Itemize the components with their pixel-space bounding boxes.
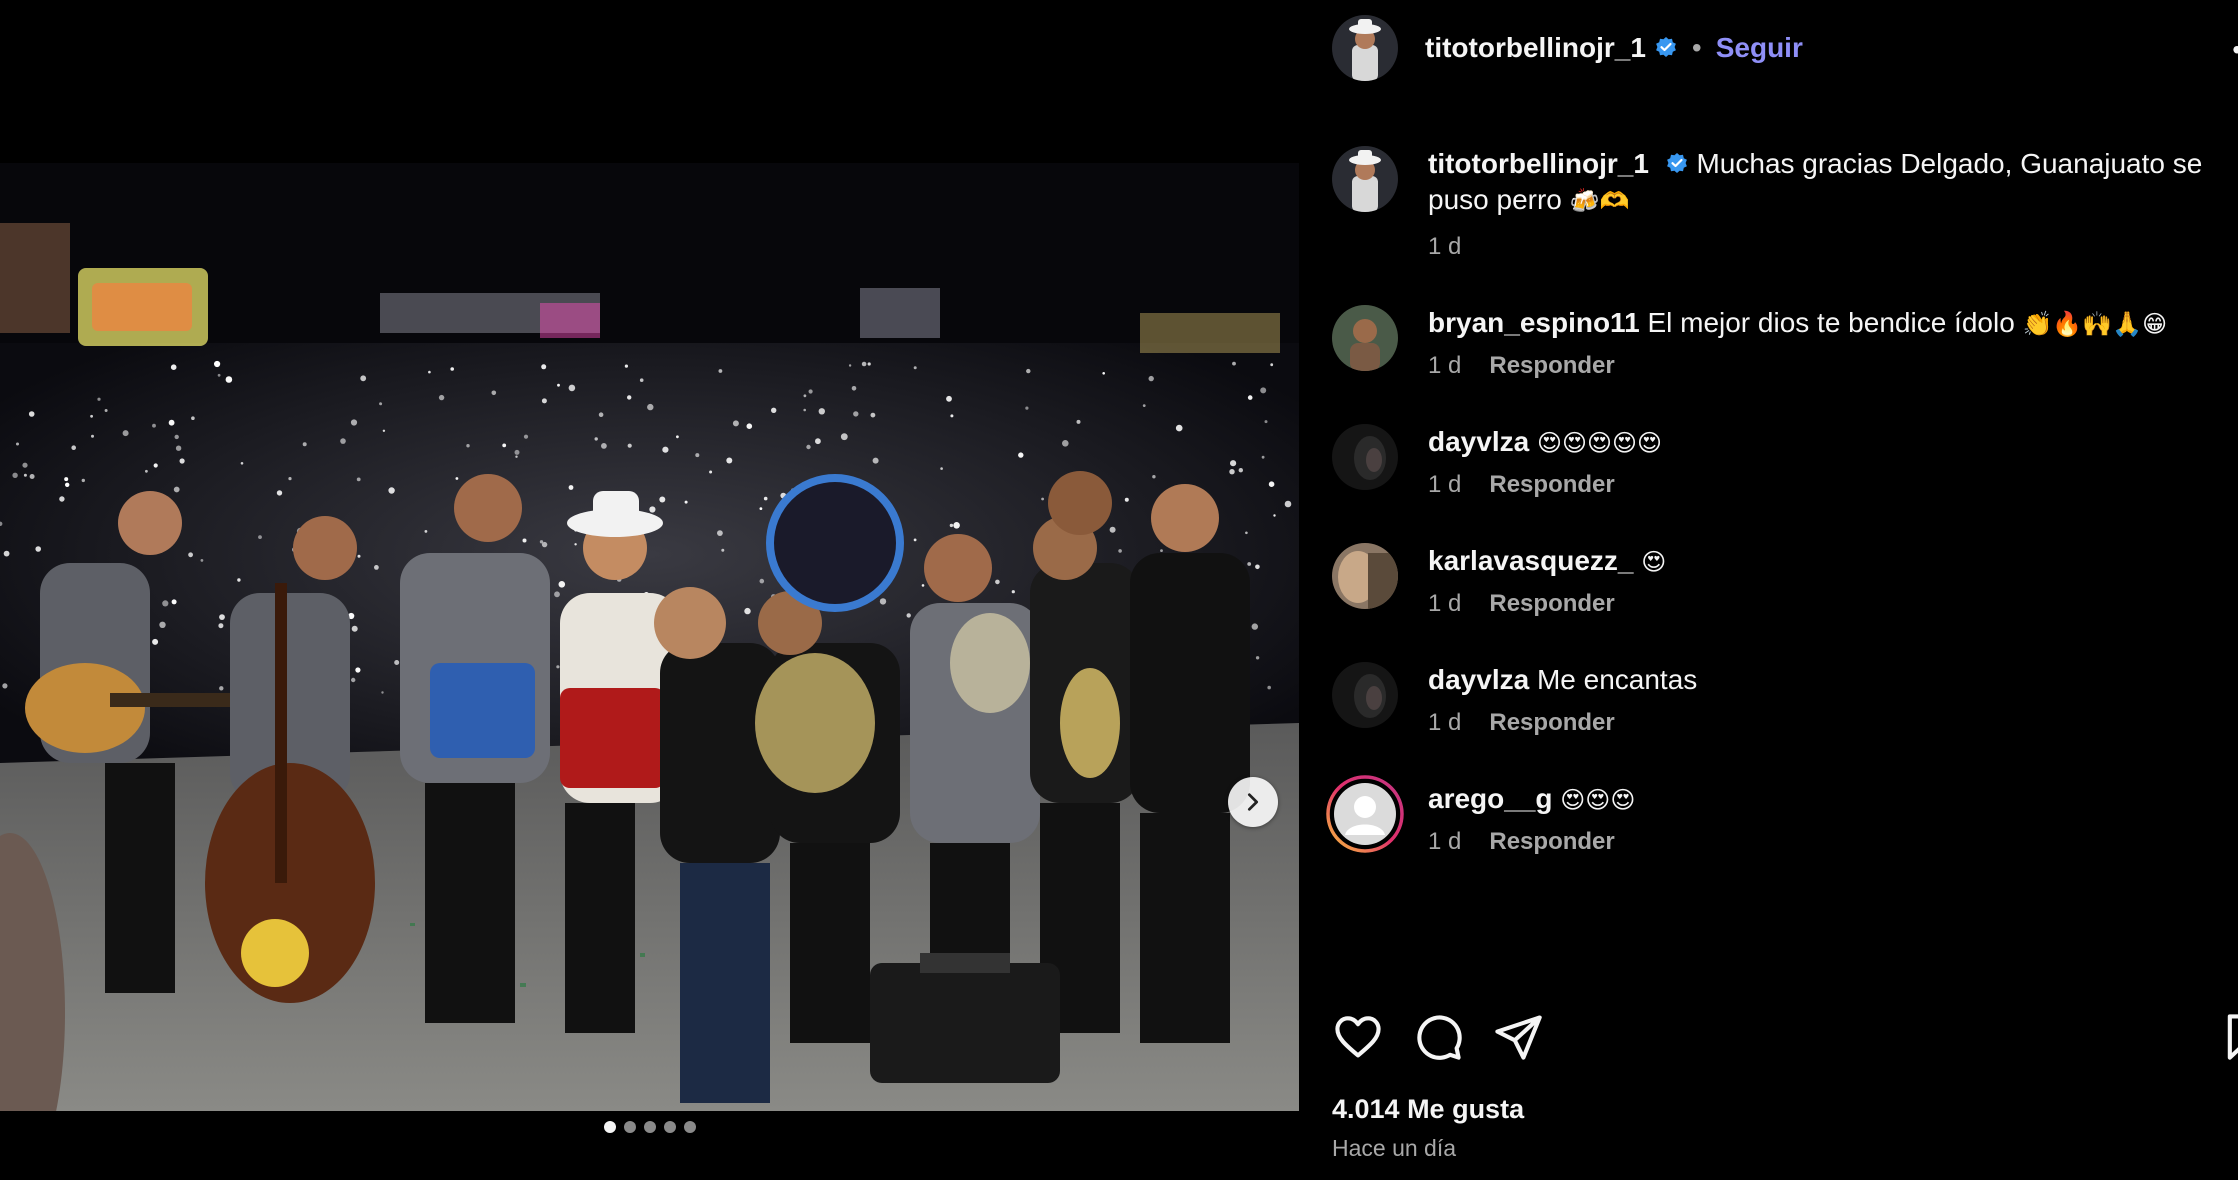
likes-count[interactable]: 4.014 Me gusta	[1332, 1094, 1524, 1125]
comment-time[interactable]: 1 d	[1428, 828, 1461, 856]
comment-username[interactable]: bryan_espino11	[1428, 307, 1640, 338]
comment-username[interactable]: dayvlza	[1428, 664, 1529, 695]
carousel-dot	[663, 1121, 676, 1133]
caption-avatar[interactable]	[1332, 146, 1398, 212]
reply-button[interactable]: Responder	[1489, 352, 1614, 380]
reply-button[interactable]: Responder	[1489, 471, 1614, 499]
reply-button[interactable]: Responder	[1489, 590, 1614, 618]
comment-username[interactable]: arego__g	[1428, 783, 1553, 814]
author-avatar[interactable]	[1332, 15, 1398, 81]
reply-button[interactable]: Responder	[1489, 828, 1614, 856]
carousel-dots	[0, 1121, 1299, 1133]
comment-emojis: 👏🔥🙌🙏😁	[2022, 310, 2168, 338]
send-icon[interactable]	[1492, 1011, 1544, 1063]
comment-username[interactable]: dayvlza	[1428, 426, 1529, 457]
comment-icon[interactable]	[1412, 1011, 1464, 1063]
comment-item: arego__g 😍😍😍 1 d Responder	[1299, 775, 2238, 856]
post-date[interactable]: Hace un día	[1332, 1135, 1456, 1162]
author-username[interactable]: titotorbellinojr_1	[1425, 32, 1646, 64]
comment-item: karlavasquezz_ 😍 1 d Responder	[1299, 543, 2238, 618]
comment-time[interactable]: 1 d	[1428, 352, 1461, 380]
header-separator: •	[1691, 32, 1702, 63]
caption-time[interactable]: 1 d	[1428, 233, 1461, 261]
carousel-dot	[603, 1121, 616, 1133]
media-pane	[0, 0, 1299, 1180]
commenter-avatar[interactable]	[1332, 424, 1398, 490]
carousel-dot	[683, 1121, 696, 1133]
comment-emojis: 😍😍😍😍😍	[1536, 429, 1663, 457]
comment-emojis: 😍	[1641, 548, 1667, 576]
comments-list[interactable]: titotorbellinojr_1 Muchas gracias Delgad…	[1299, 96, 2238, 981]
next-slide-button[interactable]	[1228, 777, 1278, 827]
post-side-panel: titotorbellinojr_1 • Seguir • tito	[1299, 0, 2238, 1180]
comment-time[interactable]: 1 d	[1428, 709, 1461, 737]
commenter-avatar[interactable]	[1332, 662, 1398, 728]
bookmark-icon[interactable]	[2219, 1011, 2238, 1063]
verified-badge-icon	[1666, 153, 1687, 173]
comment-time[interactable]: 1 d	[1428, 590, 1461, 618]
commenter-avatar[interactable]	[1332, 543, 1398, 609]
comment-username[interactable]: karlavasquezz_	[1428, 545, 1633, 576]
more-options-button[interactable]: •	[2232, 34, 2238, 66]
post-header: titotorbellinojr_1 • Seguir •	[1299, 0, 2238, 96]
comment-text: Me encantas	[1536, 664, 1698, 695]
commenter-avatar[interactable]	[1332, 305, 1398, 371]
chevron-right-icon	[1247, 793, 1259, 811]
concert-photo-image	[0, 163, 1299, 1111]
comment-time[interactable]: 1 d	[1428, 471, 1461, 499]
comment-emojis: 😍😍😍	[1560, 786, 1636, 814]
verified-badge-icon	[1656, 37, 1676, 57]
comment-item: dayvlza 😍😍😍😍😍 1 d Responder	[1299, 424, 2238, 499]
comment-item: bryan_espino11 El mejor dios te bendice …	[1299, 305, 2238, 380]
post-photo[interactable]	[0, 163, 1299, 1111]
caption-item: titotorbellinojr_1 Muchas gracias Delgad…	[1299, 146, 2238, 261]
caption-username[interactable]: titotorbellinojr_1	[1428, 148, 1649, 179]
reply-button[interactable]: Responder	[1489, 709, 1614, 737]
comment-item: dayvlza Me encantas 1 d Responder	[1299, 662, 2238, 737]
heart-icon[interactable]	[1332, 1011, 1384, 1063]
comment-text: El mejor dios te bendice ídolo	[1647, 307, 2015, 338]
caption-emojis: 🍻🫶	[1569, 187, 1630, 215]
commenter-avatar[interactable]	[1326, 775, 1404, 853]
follow-button[interactable]: Seguir	[1716, 32, 1803, 64]
carousel-dot	[643, 1121, 656, 1133]
carousel-dot	[623, 1121, 636, 1133]
